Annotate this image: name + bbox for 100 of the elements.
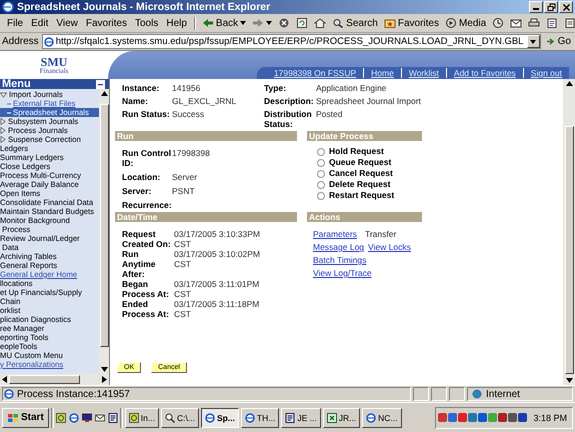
radio-button[interactable]: [317, 180, 325, 188]
back-button[interactable]: Back: [198, 18, 250, 28]
field-value: 03/17/2005 3:10:02PM CST: [174, 249, 262, 269]
action-link[interactable]: Batch Timings: [313, 255, 366, 265]
scroll-thumb[interactable]: [564, 126, 574, 374]
search-button[interactable]: Search: [329, 18, 381, 28]
section-header: Date/Time: [115, 212, 297, 222]
field-value: Success: [172, 109, 206, 119]
monitor-icon[interactable]: [82, 412, 92, 422]
media-button[interactable]: Media: [442, 18, 490, 28]
restore-icon: [546, 2, 556, 12]
stop-icon: [278, 18, 290, 28]
browser-icon[interactable]: [68, 412, 79, 422]
favorites-button[interactable]: Favorites: [380, 18, 442, 28]
field-label: Type:: [264, 83, 288, 93]
scroll-right-icon[interactable]: [102, 376, 107, 383]
document-icon[interactable]: [108, 412, 118, 422]
document-icon: [564, 18, 575, 28]
menu-item[interactable]: Tools: [130, 18, 162, 28]
history-icon: [492, 18, 504, 28]
field-label: Name:: [122, 96, 149, 106]
radio-option[interactable]: Delete Request: [317, 179, 422, 190]
header-link[interactable]: Sign out: [522, 68, 569, 78]
vertical-scrollbar[interactable]: [563, 79, 575, 385]
menu-item[interactable]: Help: [162, 18, 191, 28]
field-label: Run Control ID:: [122, 148, 172, 168]
address-field[interactable]: http://sfqalc1.systems.smu.edu/psp/fssup/EMPLOYEE/ERP/c/PROCESS_JOURNALS.LOAD_JRNL_DYN.GBL: [42, 34, 541, 49]
document-icon: [285, 412, 296, 422]
field-value: 17998398: [172, 148, 211, 158]
action-link[interactable]: Message Log: [313, 242, 364, 252]
taskbar-button[interactable]: C:\...: [160, 408, 199, 428]
page-icon: [44, 36, 54, 46]
radio-option[interactable]: Restart Request: [317, 190, 422, 201]
field-value: Posted: [316, 109, 344, 119]
caret-icon: [266, 21, 272, 25]
window-title: Spreadsheet Journals - Microsoft Internet Explorer: [17, 1, 272, 13]
taskbar-button[interactable]: TH...: [240, 408, 280, 428]
radio-button[interactable]: [317, 148, 325, 156]
header-link[interactable]: 17998398 On FSSUP: [266, 68, 364, 78]
browser-icon: [244, 412, 255, 422]
menu-item[interactable]: Edit: [27, 18, 52, 28]
taskbar-button[interactable]: JR...: [322, 408, 360, 428]
radio-option[interactable]: Hold Request: [317, 146, 422, 157]
field-label: Run Anytime After:: [122, 249, 157, 279]
menu-title: Menu: [2, 78, 31, 90]
collapse-icon[interactable]: [96, 80, 105, 88]
menu-item[interactable]: Favorites: [82, 18, 131, 28]
radio-button[interactable]: [317, 158, 325, 166]
taskbar-button[interactable]: In...: [124, 408, 159, 428]
mail-icon[interactable]: [94, 412, 105, 422]
forward-arrow-icon: [252, 18, 264, 28]
radio-button[interactable]: [317, 170, 325, 178]
scroll-down-icon[interactable]: [100, 367, 108, 372]
vertical-scrollbar[interactable]: [99, 89, 109, 374]
refresh-icon: [296, 18, 308, 28]
header-link[interactable]: Home: [363, 68, 401, 78]
zone-indicator: Internet: [467, 387, 573, 401]
radio-option[interactable]: Queue Request: [317, 157, 422, 168]
taskbar-button[interactable]: Sp...: [200, 408, 239, 428]
field-label: Location:: [122, 172, 162, 182]
magnifier-icon: [164, 412, 175, 422]
mail-icon: [510, 18, 522, 28]
browser-icon: [366, 412, 376, 422]
scroll-thumb[interactable]: [100, 104, 108, 347]
action-link[interactable]: View Log/Trace: [313, 268, 372, 278]
dropdown-button[interactable]: [526, 35, 540, 48]
section-header: Actions: [307, 212, 422, 222]
taskbar-button[interactable]: JE ...: [281, 408, 321, 428]
status-pane: [413, 387, 429, 401]
scroll-up-icon[interactable]: [566, 81, 572, 86]
spreadsheet-icon: [326, 412, 337, 422]
field-label: Server:: [122, 186, 152, 196]
scroll-left-icon[interactable]: [2, 376, 7, 383]
header-link[interactable]: Worklist: [400, 68, 446, 78]
radio-button[interactable]: [317, 192, 325, 200]
windows-flag-icon: [7, 412, 19, 422]
action-text: Transfer: [364, 229, 396, 239]
menu-item[interactable]: View: [52, 18, 82, 28]
action-link[interactable]: View Locks: [368, 242, 411, 252]
action-link[interactable]: Parameters: [313, 229, 357, 239]
edit-page-icon: [546, 18, 558, 28]
field-value: GL_EXCL_JRNL: [172, 96, 238, 106]
close-button[interactable]: [559, 1, 573, 13]
field-value: Server: [172, 172, 198, 182]
field-label: Ended Process At:: [122, 299, 170, 319]
scroll-thumb[interactable]: [9, 375, 80, 384]
scroll-up-icon[interactable]: [100, 91, 108, 96]
restore-button[interactable]: [544, 1, 558, 13]
scroll-down-icon[interactable]: [566, 378, 572, 383]
radio-option[interactable]: Cancel Request: [317, 168, 422, 179]
minimize-button[interactable]: [529, 1, 543, 13]
chat-icon[interactable]: [56, 412, 66, 422]
go-button[interactable]: Go: [544, 36, 573, 47]
taskbar-button[interactable]: NC...: [362, 408, 402, 428]
field-label: Recurrence:: [122, 200, 172, 210]
start-button[interactable]: Start: [2, 408, 49, 428]
horizontal-scrollbar[interactable]: [0, 374, 109, 385]
menu-item[interactable]: File: [3, 18, 28, 28]
arrow-icon: [546, 37, 556, 46]
header-link[interactable]: Add to Favorites: [446, 68, 523, 78]
